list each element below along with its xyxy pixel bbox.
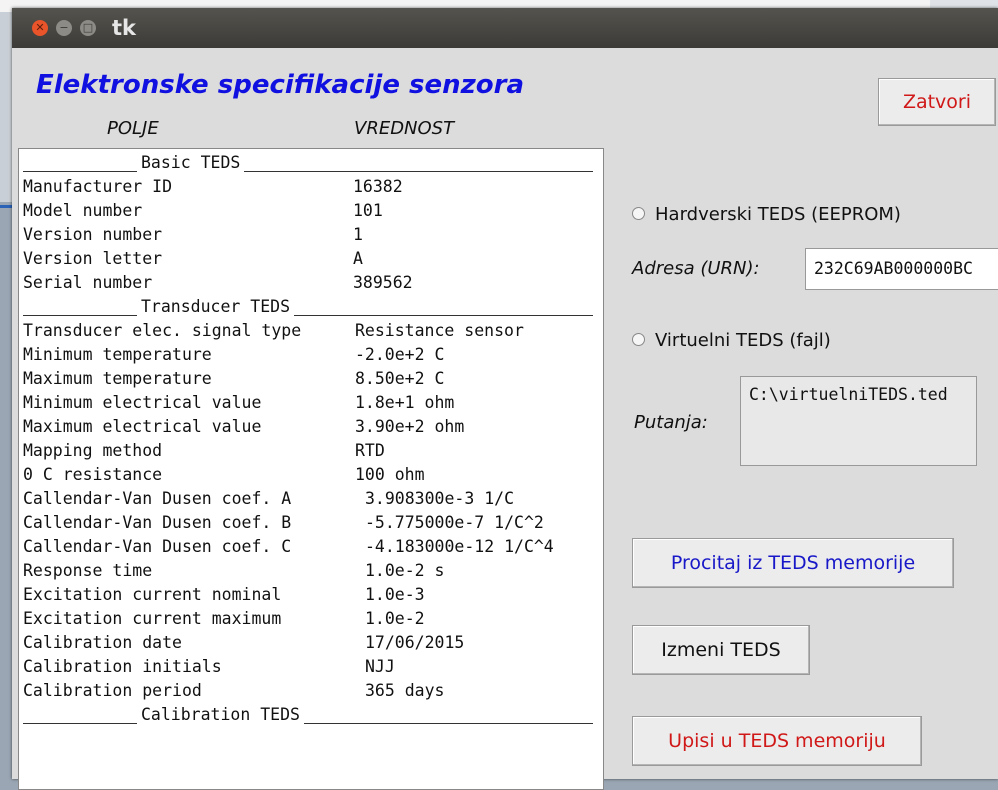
list-item[interactable]: Manufacturer ID 16382 bbox=[23, 175, 599, 199]
teds-listbox[interactable]: Basic TEDS Manufacturer ID 16382 Model numb… bbox=[18, 148, 604, 790]
list-item-field: Version letter bbox=[23, 249, 163, 268]
radio-hardware-label: Hardverski TEDS (EEPROM) bbox=[655, 204, 901, 225]
list-item-value: 365 days bbox=[365, 681, 445, 700]
list-item[interactable]: Model number 101 bbox=[23, 199, 599, 223]
list-item-field: Manufacturer ID bbox=[23, 177, 173, 196]
window-title: tk bbox=[112, 16, 137, 40]
radio-virtual-teds[interactable]: Virtuelni TEDS (fajl) bbox=[632, 330, 831, 351]
window-minimize-button[interactable]: − bbox=[56, 20, 72, 36]
list-item[interactable]: Version number 1 bbox=[23, 223, 599, 247]
column-header-value: VREDNOST bbox=[354, 118, 455, 139]
list-item-value: 8.50e+2 C bbox=[355, 369, 445, 388]
list-item-value: 1.0e-2 bbox=[365, 609, 425, 628]
section-rule bbox=[23, 723, 137, 724]
list-item-field: Excitation current nominal bbox=[23, 585, 282, 604]
list-item[interactable]: Calibration initials NJJ bbox=[23, 655, 599, 679]
maximize-icon: □ bbox=[82, 21, 94, 34]
write-teds-button[interactable]: Upisi u TEDS memoriju bbox=[632, 716, 922, 766]
list-item-value: NJJ bbox=[365, 657, 395, 676]
list-item[interactable]: Excitation current nominal 1.0e-3 bbox=[23, 583, 599, 607]
list-item-value: Resistance sensor bbox=[355, 321, 524, 340]
list-item[interactable]: Maximum temperature 8.50e+2 C bbox=[23, 367, 599, 391]
list-item-field: Serial number bbox=[23, 273, 153, 292]
path-label: Putanja: bbox=[634, 412, 708, 433]
window-maximize-button[interactable]: □ bbox=[80, 20, 96, 36]
section-label: Calibration TEDS bbox=[141, 705, 300, 724]
section-rule bbox=[23, 171, 137, 172]
list-item-field: Calibration initials bbox=[23, 657, 222, 676]
read-teds-button[interactable]: Procitaj iz TEDS memorije bbox=[632, 538, 954, 588]
section-label: Basic TEDS bbox=[141, 153, 241, 172]
list-item-value: 3.90e+2 ohm bbox=[355, 417, 465, 436]
list-item-value: 1 bbox=[353, 225, 363, 244]
section-rule bbox=[244, 171, 593, 172]
list-item[interactable]: Transducer elec. signal type Resistance s… bbox=[23, 319, 599, 343]
list-item-value: 101 bbox=[353, 201, 383, 220]
list-item-field: Mapping method bbox=[23, 441, 163, 460]
list-item-value: -5.775000e-7 1/C^2 bbox=[365, 513, 544, 532]
list-item[interactable]: Minimum temperature -2.0e+2 C bbox=[23, 343, 599, 367]
list-item-value: 389562 bbox=[353, 273, 413, 292]
list-item[interactable]: Maximum electrical value 3.90e+2 ohm bbox=[23, 415, 599, 439]
title-bar[interactable]: ✕ − □ tk bbox=[12, 8, 998, 48]
section-rule bbox=[294, 315, 593, 316]
radio-icon bbox=[632, 332, 645, 346]
list-item[interactable]: Excitation current maximum 1.0e-2 bbox=[23, 607, 599, 631]
list-item[interactable]: Calibration date 17/06/2015 bbox=[23, 631, 599, 655]
section-rule bbox=[23, 315, 137, 316]
list-item[interactable]: Serial number 389562 bbox=[23, 271, 599, 295]
list-item-value: -2.0e+2 C bbox=[355, 345, 445, 364]
list-item[interactable]: Response time 1.0e-2 s bbox=[23, 559, 599, 583]
list-item-field: 0 C resistance bbox=[23, 465, 163, 484]
list-item[interactable]: Mapping method RTD bbox=[23, 439, 599, 463]
window-close-button[interactable]: ✕ bbox=[32, 20, 48, 36]
list-item[interactable]: Callendar-Van Dusen coef. A 3.908300e-3 1… bbox=[23, 487, 599, 511]
list-item[interactable]: Calibration period 365 days bbox=[23, 679, 599, 703]
path-textarea[interactable]: C:\virtuelniTEDS.ted bbox=[740, 376, 977, 466]
column-header-field: POLJE bbox=[107, 118, 159, 139]
list-item-field: Model number bbox=[23, 201, 143, 220]
list-item-value: -4.183000e-12 1/C^4 bbox=[365, 537, 554, 556]
list-item-field: Transducer elec. signal type bbox=[23, 321, 302, 340]
list-item-field: Maximum temperature bbox=[23, 369, 212, 388]
close-icon: ✕ bbox=[35, 21, 45, 34]
minimize-icon: − bbox=[59, 21, 69, 34]
list-item-value: 16382 bbox=[353, 177, 403, 196]
list-item-value: A bbox=[353, 249, 363, 268]
list-item-value: 1.0e-2 s bbox=[365, 561, 445, 580]
list-item-field: Minimum temperature bbox=[23, 345, 212, 364]
list-item-value: 17/06/2015 bbox=[365, 633, 465, 652]
list-item[interactable]: Version letter A bbox=[23, 247, 599, 271]
edit-teds-button[interactable]: Izmeni TEDS bbox=[632, 625, 810, 675]
address-label: Adresa (URN): bbox=[632, 258, 760, 279]
list-item-value: 1.0e-3 bbox=[365, 585, 425, 604]
list-item[interactable]: Callendar-Van Dusen coef. C -4.183000e-12… bbox=[23, 535, 599, 559]
list-item[interactable]: Callendar-Van Dusen coef. B -5.775000e-7 … bbox=[23, 511, 599, 535]
tk-window: ✕ − □ tk Elektronske specifikacije senzo… bbox=[12, 8, 998, 790]
list-item-field: Response time bbox=[23, 561, 153, 580]
list-item-field: Version number bbox=[23, 225, 163, 244]
section-rule bbox=[304, 723, 593, 724]
address-input[interactable]: 232C69AB000000BC bbox=[805, 248, 998, 290]
list-item-field: Calibration date bbox=[23, 633, 182, 652]
list-item-field: Excitation current maximum bbox=[23, 609, 282, 628]
radio-hardware-teds[interactable]: Hardverski TEDS (EEPROM) bbox=[632, 204, 901, 225]
list-item-field: Callendar-Van Dusen coef. B bbox=[23, 513, 292, 532]
list-item[interactable]: Minimum electrical value 1.8e+1 ohm bbox=[23, 391, 599, 415]
close-button[interactable]: Zatvori bbox=[878, 78, 996, 126]
list-item-field: Minimum electrical value bbox=[23, 393, 262, 412]
list-item-field: Maximum electrical value bbox=[23, 417, 262, 436]
list-item-field: Callendar-Van Dusen coef. A bbox=[23, 489, 292, 508]
list-item-field: Calibration period bbox=[23, 681, 202, 700]
page-title: Elektronske specifikacije senzora bbox=[36, 70, 524, 100]
radio-virtual-label: Virtuelni TEDS (fajl) bbox=[655, 330, 831, 351]
list-item-value: RTD bbox=[355, 441, 385, 460]
list-item[interactable]: 0 C resistance 100 ohm bbox=[23, 463, 599, 487]
list-item-field: Callendar-Van Dusen coef. C bbox=[23, 537, 292, 556]
list-item-value: 1.8e+1 ohm bbox=[355, 393, 455, 412]
radio-icon bbox=[632, 206, 645, 220]
list-item-value: 3.908300e-3 1/C bbox=[365, 489, 515, 508]
list-item-value: 100 ohm bbox=[355, 465, 425, 484]
section-label: Transducer TEDS bbox=[141, 297, 291, 316]
